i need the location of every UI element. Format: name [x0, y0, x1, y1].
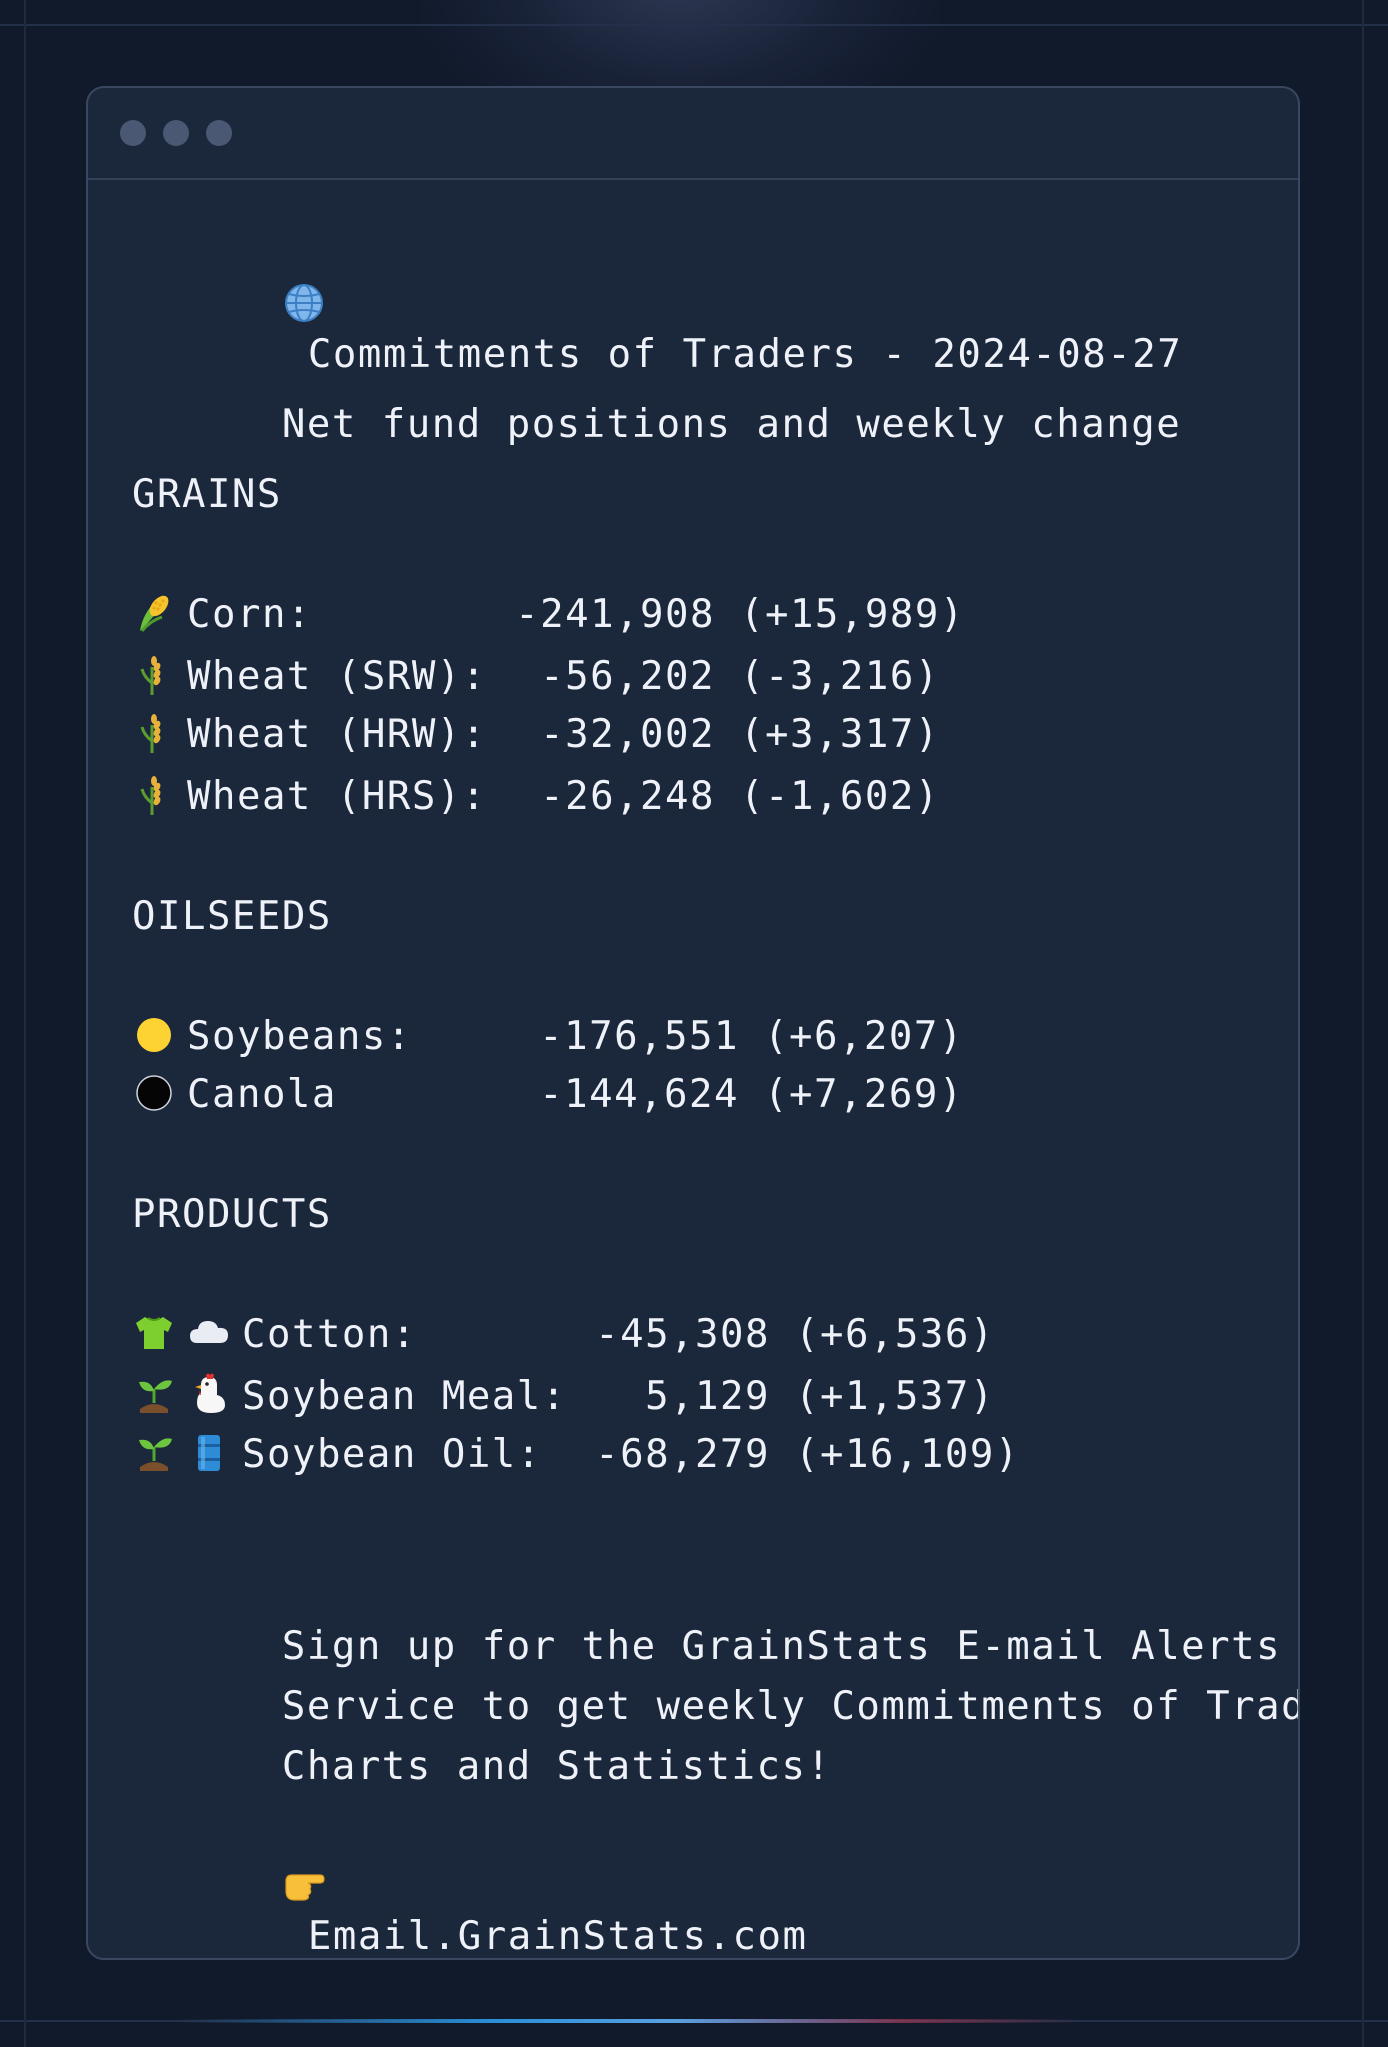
- corn-icon: [132, 591, 176, 635]
- commodity-label: Corn:: [187, 592, 312, 637]
- frame-line-top: [0, 24, 1388, 26]
- seedling-icon: [132, 1373, 176, 1417]
- wheat-icon: [132, 773, 176, 817]
- position-row: Canola -144,624 (+7,269): [132, 1070, 1232, 1120]
- net-position-value: -56,202: [540, 654, 715, 699]
- globe-icon: [282, 281, 326, 325]
- net-position-value: -241,908: [515, 592, 715, 637]
- net-position-value: -68,279: [595, 1432, 770, 1477]
- wheat-icon: [132, 711, 176, 755]
- position-row: Soybean Meal: 5,129 (+1,537): [132, 1372, 1232, 1422]
- commodity-label: Wheat (HRW):: [187, 712, 487, 757]
- black-circle-icon: [132, 1071, 176, 1115]
- commodity-label: Wheat (HRS):: [187, 774, 487, 819]
- post-content: Commitments of Traders - 2024-08-27 Net …: [132, 88, 1298, 1958]
- commodity-label: Wheat (SRW):: [187, 654, 487, 699]
- tshirt-icon: [132, 1311, 176, 1355]
- seedling-icon: [132, 1431, 176, 1475]
- weekly-change-value: (+6,536): [794, 1312, 995, 1357]
- section-heading: GRAINS: [132, 472, 282, 517]
- position-row: Soybeans: -176,551 (+6,207): [132, 1012, 1232, 1062]
- subtitle-line: Net fund positions and weekly change: [132, 350, 1181, 447]
- bottom-accent-line: [180, 2019, 1080, 2023]
- net-position-value: -144,624: [539, 1072, 739, 1117]
- weekly-change-value: (+15,989): [739, 592, 965, 637]
- frame-line-right: [1362, 0, 1364, 2047]
- pointing-right-icon: [282, 1863, 326, 1907]
- yellow-circle-icon: [132, 1013, 176, 1057]
- commodity-label: Canola: [187, 1072, 337, 1117]
- weekly-change-value: (-3,216): [739, 654, 940, 699]
- net-position-value: 5,129: [645, 1374, 770, 1419]
- position-row: Cotton: -45,308 (+6,536): [132, 1310, 1232, 1360]
- header-line: Commitments of Traders - 2024-08-27: [132, 230, 1182, 377]
- section-heading: PRODUCTS: [132, 1192, 332, 1237]
- promo-text: Charts and Statistics!: [281, 1744, 832, 1789]
- wheat-icon: [132, 653, 176, 697]
- position-row: Wheat (HRS): -26,248 (-1,602): [132, 772, 1232, 822]
- net-position-value: -32,002: [540, 712, 715, 757]
- position-row: Corn: -241,908 (+15,989): [132, 590, 1232, 640]
- weekly-change-value: (+1,537): [794, 1374, 995, 1419]
- cloud-icon: [187, 1311, 231, 1355]
- position-row: Wheat (HRW): -32,002 (+3,317): [132, 710, 1232, 760]
- oil-drum-icon: [187, 1431, 231, 1475]
- email-link[interactable]: Email.GrainStats.com: [308, 1914, 808, 1958]
- position-row: Wheat (SRW): -56,202 (-3,216): [132, 652, 1232, 702]
- net-position-value: -45,308: [595, 1312, 770, 1357]
- email-link-line: Email.GrainStats.com: [132, 1812, 834, 1958]
- weekly-change-value: (+6,207): [763, 1014, 964, 1059]
- commodity-label: Cotton:: [242, 1312, 417, 1357]
- section-heading: OILSEEDS: [132, 894, 332, 939]
- promo-line: Charts and Statistics!: [132, 1692, 831, 1789]
- weekly-change-value: (-1,602): [739, 774, 940, 819]
- commodity-label: Soybean Meal:: [242, 1374, 567, 1419]
- commodity-label: Soybean Oil:: [242, 1432, 542, 1477]
- chicken-icon: [187, 1373, 231, 1417]
- net-position-value: -176,551: [539, 1014, 739, 1059]
- weekly-change-value: (+7,269): [763, 1072, 964, 1117]
- net-position-value: -26,248: [540, 774, 715, 819]
- weekly-change-value: (+16,109): [794, 1432, 1020, 1477]
- promo-line: Service to get weekly Commitments of Tra…: [132, 1632, 1298, 1729]
- weekly-change-value: (+3,317): [739, 712, 940, 757]
- page-subtitle: Net fund positions and weekly change: [281, 402, 1182, 447]
- position-row: Soybean Oil: -68,279 (+16,109): [132, 1430, 1232, 1480]
- commodity-label: Soybeans:: [187, 1014, 412, 1059]
- terminal-window: Commitments of Traders - 2024-08-27 Net …: [86, 86, 1300, 1960]
- frame-line-left: [24, 0, 26, 2047]
- promo-line: Sign up for the GrainStats E-mail Alerts: [132, 1572, 1281, 1669]
